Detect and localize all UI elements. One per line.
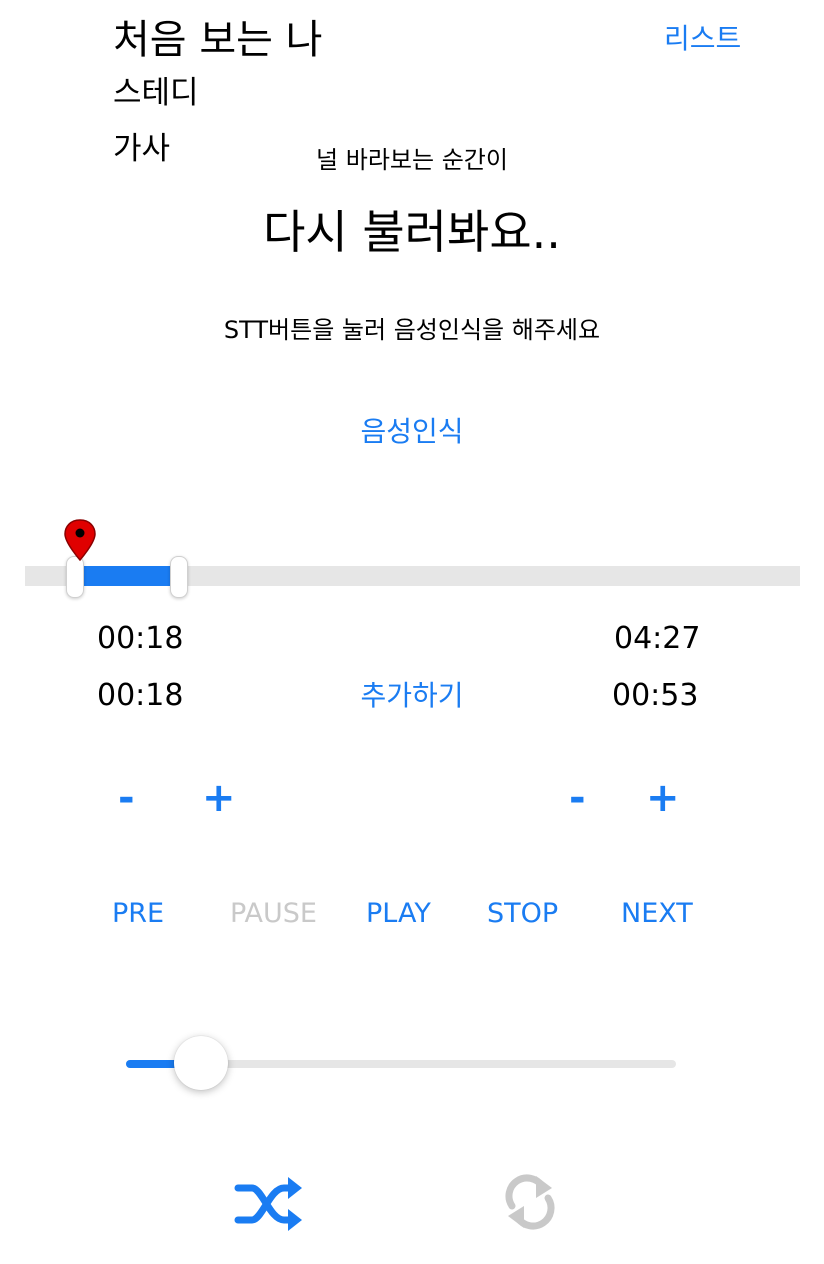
volume-slider-thumb[interactable] (174, 1036, 228, 1090)
range-start-handle[interactable] (66, 556, 84, 598)
add-button[interactable]: 추가하기 (0, 677, 824, 715)
next-button[interactable]: NEXT (621, 896, 693, 932)
range-end-handle[interactable] (170, 556, 188, 598)
loop-end-time: 00:53 (612, 678, 699, 713)
loop-end-plus-button[interactable]: + (646, 774, 680, 822)
shuffle-icon[interactable] (234, 1176, 304, 1232)
loop-end-minus-button[interactable]: - (569, 774, 586, 822)
pause-button[interactable]: PAUSE (230, 896, 317, 932)
loop-start-minus-button[interactable]: - (118, 774, 135, 822)
range-slider-selection (80, 566, 172, 586)
repeat-icon[interactable] (500, 1172, 560, 1232)
total-time: 04:27 (614, 621, 701, 656)
play-button[interactable]: PLAY (366, 896, 431, 932)
stop-button[interactable]: STOP (487, 896, 558, 932)
previous-lyric-line: 널 바라보는 순간이 (316, 146, 508, 174)
artist-name: 스테디 (113, 75, 199, 111)
list-button[interactable]: 리스트 (664, 22, 741, 56)
pre-button[interactable]: PRE (112, 896, 164, 932)
stt-instruction: STT버튼을 눌러 음성인식을 해주세요 (223, 316, 601, 344)
retry-prompt: 다시 불러봐요.. (263, 205, 561, 259)
current-time: 00:18 (97, 621, 184, 656)
loop-start-plus-button[interactable]: + (202, 774, 236, 822)
map-pin-icon (62, 518, 98, 562)
speech-recognition-button[interactable]: 음성인식 (0, 414, 824, 450)
song-title: 처음 보는 나 (113, 17, 323, 63)
